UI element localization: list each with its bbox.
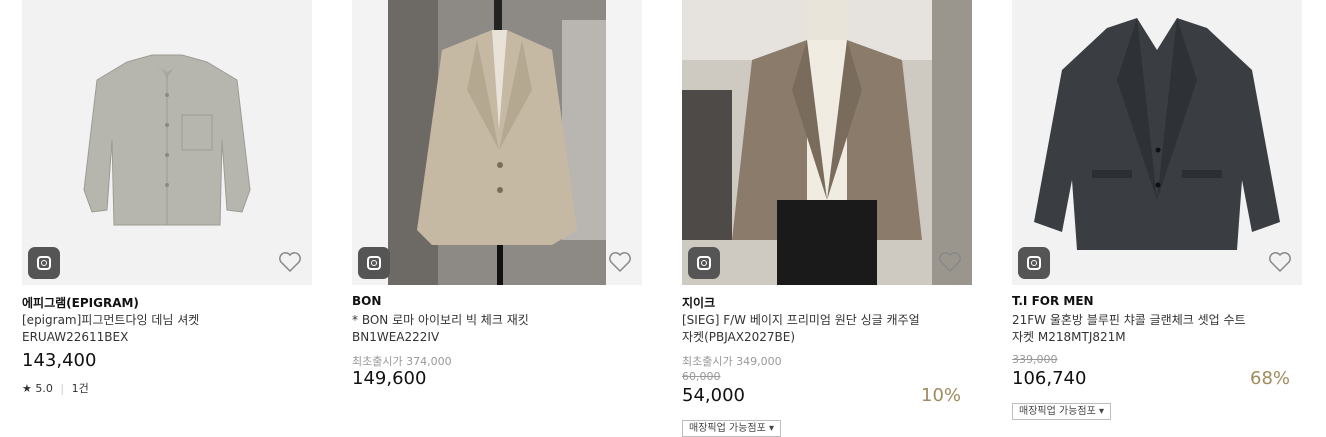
product-name-line2: BN1WEA222IV	[352, 330, 440, 344]
product-card-3[interactable]: 지이크 [SIEG] F/W 베이지 프리미엄 원단 싱글 캐주얼 자켓(PBJ…	[682, 0, 972, 437]
brand-name[interactable]: 지이크	[682, 294, 715, 311]
product-card-4[interactable]: T.I FOR MEN 21FW 울혼방 블루핀 챠콜 글랜체크 셋업 수트 자…	[1012, 0, 1302, 420]
product-name-line2: ERUAW22611BEX	[22, 330, 129, 344]
discount-rate: 68%	[1250, 368, 1291, 389]
heart-icon[interactable]	[938, 251, 962, 273]
store-pickup-button[interactable]: 매장픽업 가능점포 ▾	[682, 420, 781, 437]
divider: |	[60, 382, 65, 395]
brand-name[interactable]: BON	[352, 294, 381, 308]
heart-icon[interactable]	[1268, 251, 1292, 273]
product-name-line2: 자켓 M218MTJ821M	[1012, 330, 1126, 344]
jacket-image	[22, 0, 312, 285]
price: 143,400	[22, 350, 97, 371]
original-price: 60,000	[682, 370, 721, 383]
price: 54,000	[682, 385, 745, 406]
store-pickup-button[interactable]: 매장픽업 가능점포 ▾	[1012, 403, 1111, 420]
jacket-image	[1012, 0, 1302, 285]
product-name[interactable]: [epigram]피그먼트다잉 데님 셔켓 ERUAW22611BEX	[22, 312, 312, 346]
product-name[interactable]: * BON 로마 아이보리 빅 체크 재킷 BN1WEA222IV	[352, 312, 642, 346]
price: 106,740	[1012, 368, 1087, 389]
product-name-line1: * BON 로마 아이보리 빅 체크 재킷	[352, 313, 529, 327]
jacket-image	[352, 0, 642, 285]
heart-icon[interactable]	[608, 251, 632, 273]
product-name[interactable]: [SIEG] F/W 베이지 프리미엄 원단 싱글 캐주얼 자켓(PBJAX20…	[682, 312, 972, 346]
product-image[interactable]	[1012, 0, 1302, 285]
brand-name[interactable]: T.I FOR MEN	[1012, 294, 1094, 308]
price: 149,600	[352, 368, 427, 389]
instagram-icon[interactable]	[28, 247, 60, 279]
product-image[interactable]	[22, 0, 312, 285]
product-card-1[interactable]: 에피그램(EPIGRAM) [epigram]피그먼트다잉 데님 셔켓 ERUA…	[22, 0, 312, 395]
discount-rate: 10%	[921, 385, 962, 406]
product-name-line1: [epigram]피그먼트다잉 데님 셔켓	[22, 313, 200, 327]
instagram-icon[interactable]	[358, 247, 390, 279]
jacket-image	[682, 0, 972, 285]
heart-icon[interactable]	[278, 251, 302, 273]
brand-name[interactable]: 에피그램(EPIGRAM)	[22, 294, 139, 311]
product-card-2[interactable]: BON * BON 로마 아이보리 빅 체크 재킷 BN1WEA222IV 최초…	[352, 0, 642, 389]
first-release-price: 최초출시가 374,000	[352, 355, 452, 368]
product-image[interactable]	[352, 0, 642, 285]
instagram-icon[interactable]	[1018, 247, 1050, 279]
review-count: 1건	[71, 382, 89, 395]
rating: ★ 5.0 | 1건	[22, 380, 89, 396]
rating-value: 5.0	[35, 382, 53, 395]
product-name-line1: [SIEG] F/W 베이지 프리미엄 원단 싱글 캐주얼	[682, 313, 920, 327]
product-name-line2: 자켓(PBJAX2027BE)	[682, 330, 796, 344]
product-image[interactable]	[682, 0, 972, 285]
original-price: 339,000	[1012, 353, 1058, 366]
product-name-line1: 21FW 울혼방 블루핀 챠콜 글랜체크 셋업 수트	[1012, 313, 1246, 327]
star-icon: ★	[22, 382, 32, 395]
first-release-price: 최초출시가 349,000	[682, 355, 782, 368]
product-name[interactable]: 21FW 울혼방 블루핀 챠콜 글랜체크 셋업 수트 자켓 M218MTJ821…	[1012, 312, 1302, 346]
instagram-icon[interactable]	[688, 247, 720, 279]
